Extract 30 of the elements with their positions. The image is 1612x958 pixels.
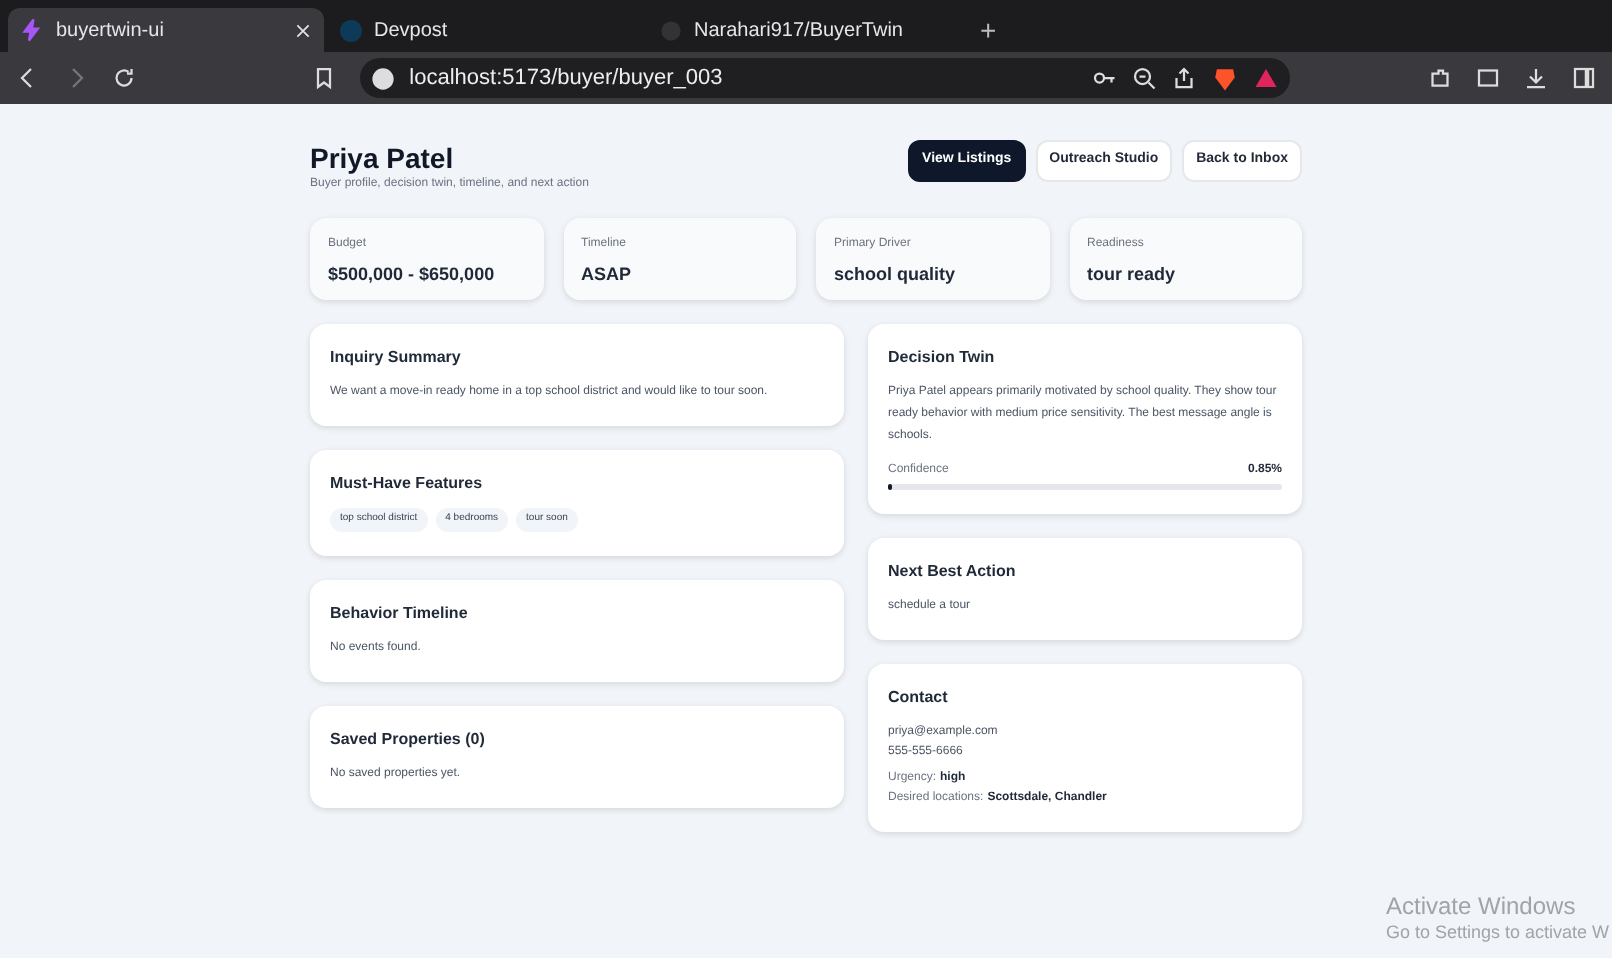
browser-tab[interactable]: Narahari917/BuyerTwin [648, 8, 964, 52]
card-title: Saved Properties (0) [330, 727, 487, 751]
share-icon[interactable] [1171, 66, 1196, 90]
activation-text: Go to Settings to activate W [1386, 920, 1612, 944]
browser-tab[interactable]: buyertwin-ui [8, 8, 324, 52]
card-title: Inquiry Summary [330, 346, 463, 370]
card-title: Behavior Timeline [330, 601, 470, 625]
stat-value: ASAP [581, 262, 634, 288]
new-tab-button[interactable]: + [968, 8, 1009, 52]
bookmark-icon[interactable] [311, 66, 336, 90]
card-title: Contact [888, 686, 950, 710]
triangle-icon[interactable] [1253, 66, 1278, 90]
close-icon[interactable] [294, 21, 312, 39]
card-title: Decision Twin [888, 346, 997, 370]
reload-icon[interactable] [112, 66, 136, 90]
browser-tab[interactable]: Devpost [328, 8, 644, 52]
buyer-name: Priya Patel [310, 140, 456, 176]
activation-title: Activate Windows [1386, 892, 1578, 920]
address-bar[interactable]: localhost:5173/buyer/buyer_003 [359, 58, 1290, 98]
bolt-icon [20, 18, 44, 42]
card-title: Must-Have Features [330, 472, 485, 496]
zoom-out-icon[interactable] [1131, 66, 1156, 90]
stat-value: tour ready [1087, 262, 1178, 288]
key-icon[interactable] [1091, 66, 1116, 90]
stat-value: $500,000 - $650,000 [328, 262, 497, 288]
sidebar-icon[interactable] [1572, 66, 1596, 90]
stat-value: school quality [834, 262, 958, 288]
card-title: Next Best Action [888, 560, 1018, 584]
site-icon [340, 19, 362, 41]
download-icon[interactable] [1524, 66, 1548, 90]
